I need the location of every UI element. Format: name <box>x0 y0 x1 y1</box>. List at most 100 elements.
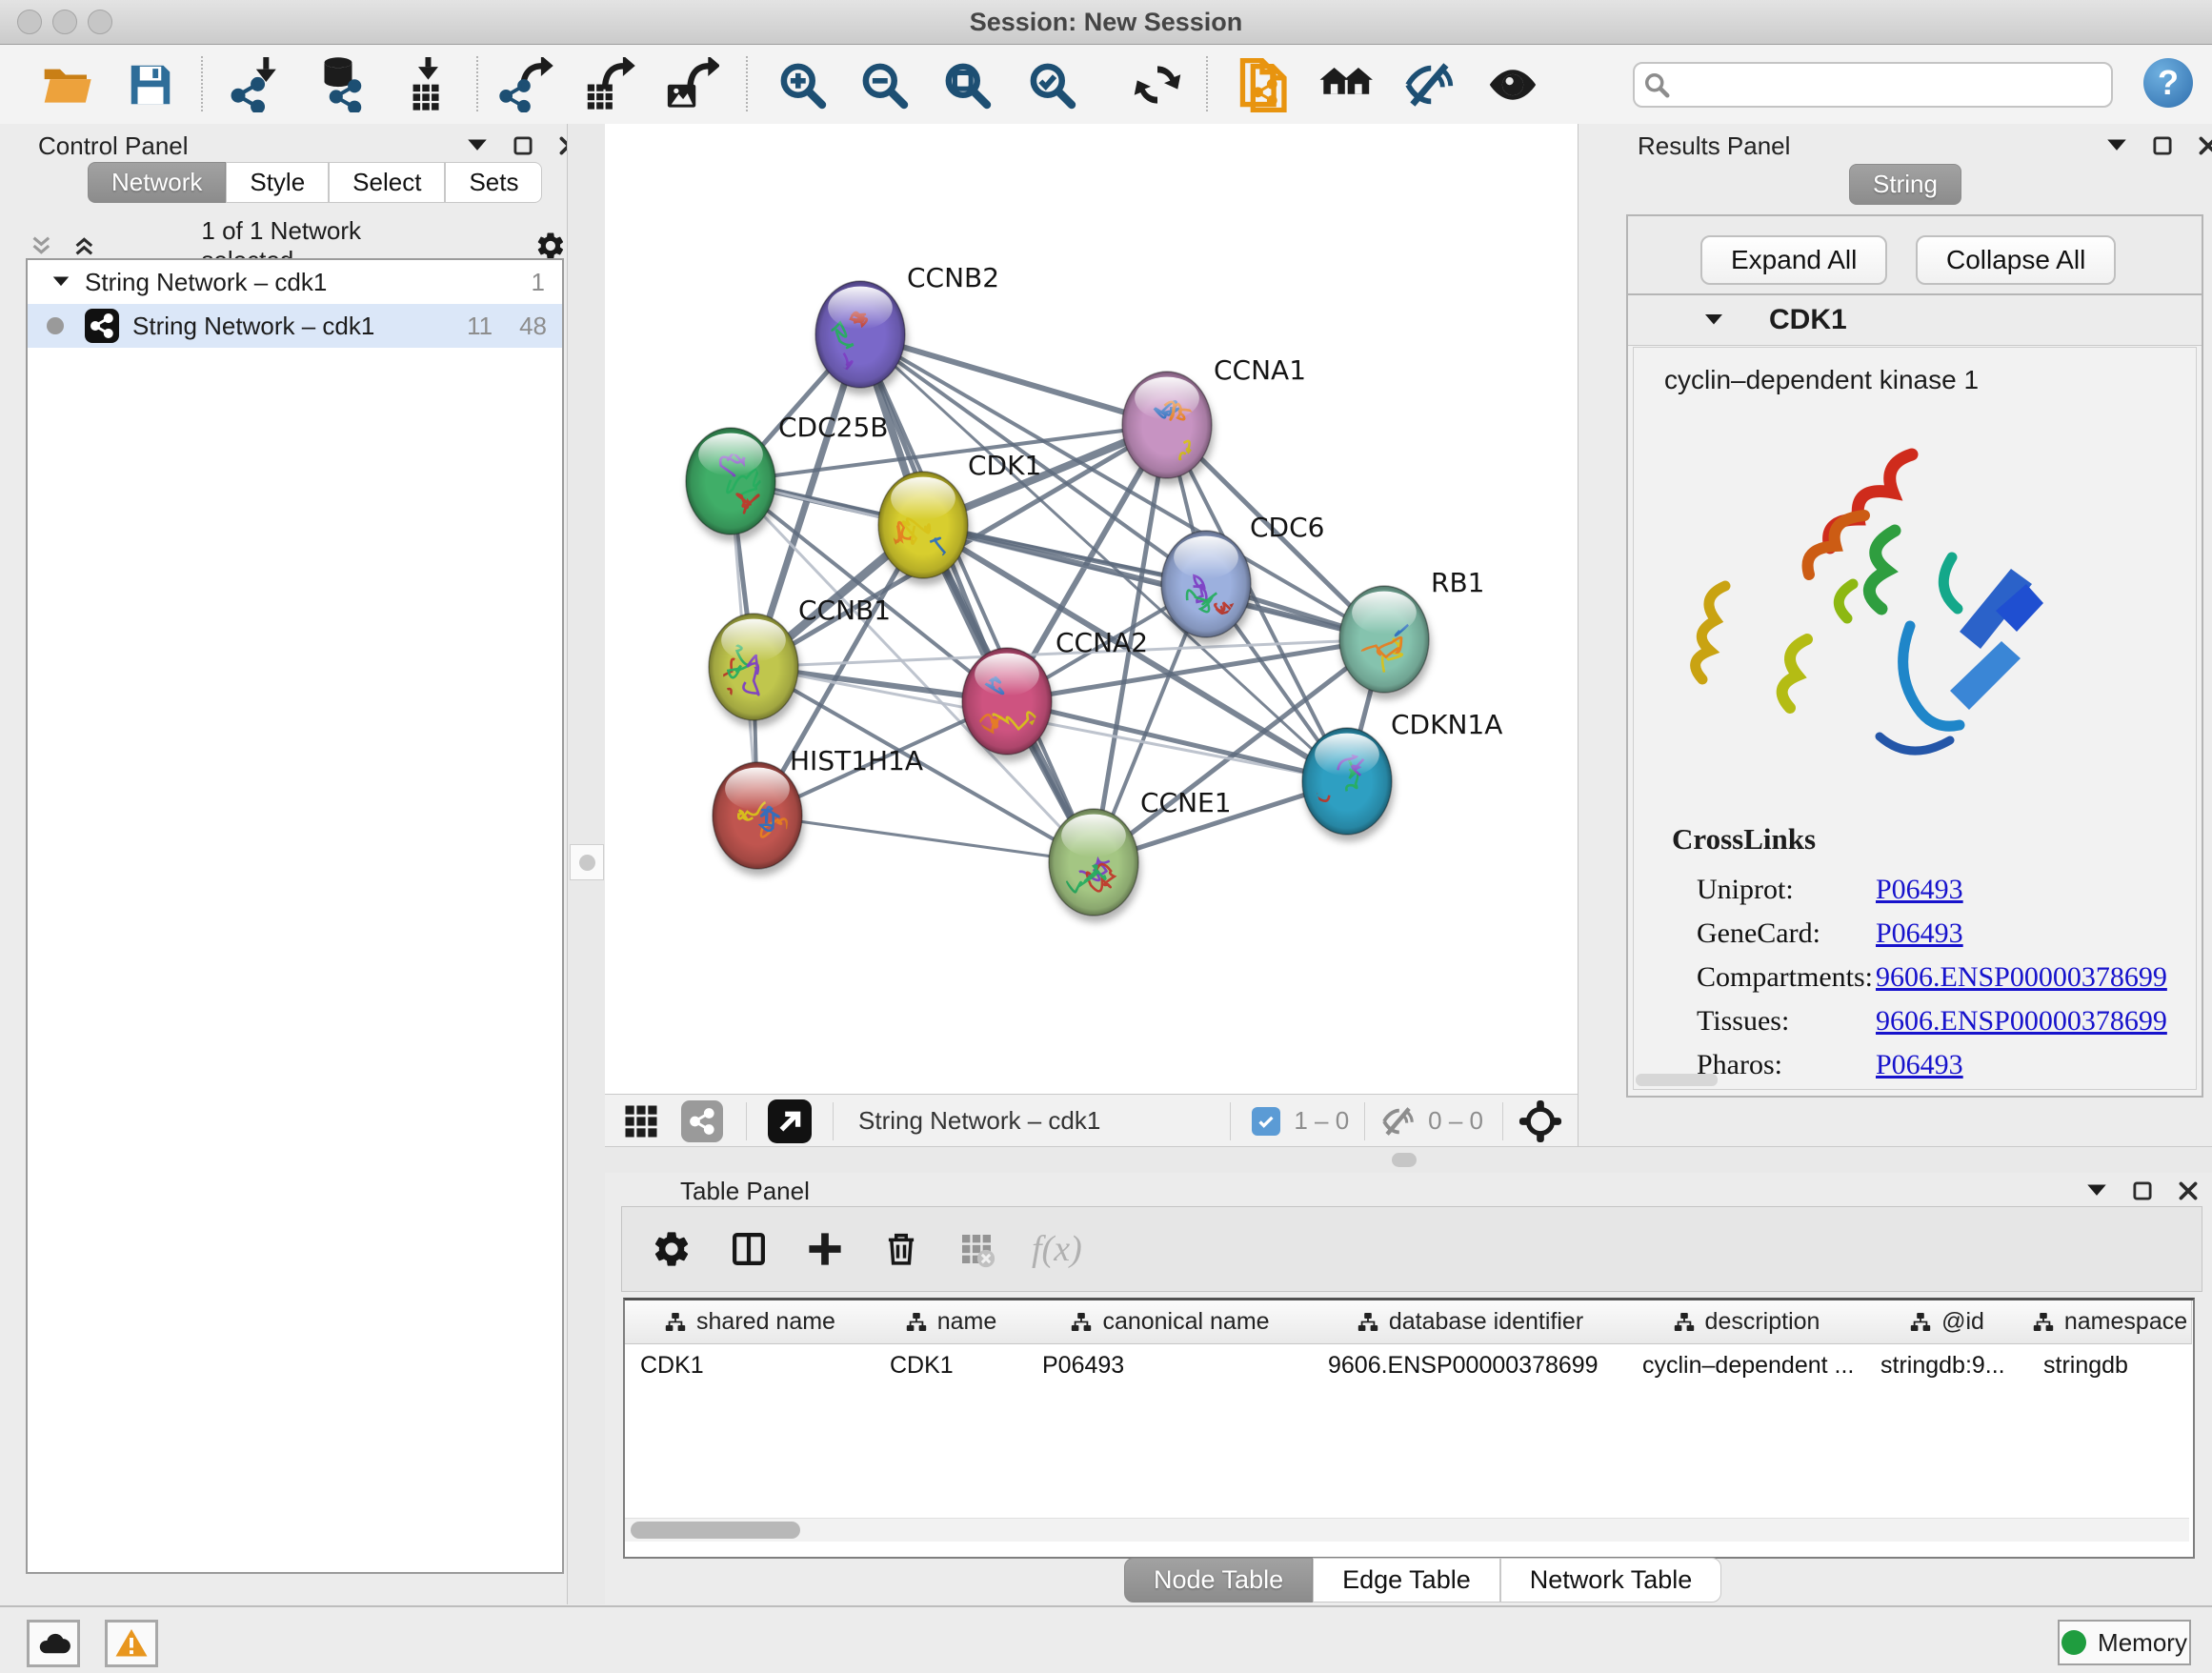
node-HIST1H1A[interactable] <box>713 762 803 869</box>
collapse-panel-icon[interactable] <box>465 133 490 158</box>
node-CDKN1A[interactable] <box>1285 728 1392 835</box>
share-document-icon[interactable] <box>1232 54 1293 115</box>
export-table-icon[interactable] <box>578 54 639 115</box>
birdseye-grid-icon[interactable] <box>620 1100 662 1142</box>
refresh-icon[interactable] <box>1127 54 1188 115</box>
import-table-file-icon[interactable] <box>394 54 455 115</box>
collapse-panel-icon[interactable] <box>2104 133 2129 158</box>
table-cell[interactable]: CDK1 <box>625 1344 875 1386</box>
expand-all-icon[interactable] <box>29 232 54 260</box>
tab-style[interactable]: Style <box>226 162 329 203</box>
export-network-icon[interactable] <box>496 54 557 115</box>
node-CCNE1[interactable] <box>1049 809 1138 916</box>
section-expand-icon[interactable] <box>1702 309 1725 332</box>
horizontal-splitter[interactable] <box>605 1146 2212 1175</box>
table-hscrollbar-thumb[interactable] <box>631 1522 800 1539</box>
float-panel-icon[interactable] <box>511 133 535 158</box>
show-columns-icon[interactable] <box>729 1229 769 1269</box>
column-header-namespace[interactable]: namespace <box>2028 1300 2192 1344</box>
node-CDK1[interactable] <box>878 472 968 578</box>
tab-string[interactable]: String <box>1849 164 1961 205</box>
table-cell[interactable]: cyclin–dependent ... <box>1627 1344 1865 1386</box>
node-CCNA2[interactable] <box>962 648 1052 755</box>
edge-HIST1H1A-CCNE1[interactable] <box>757 816 1094 862</box>
column-header-name[interactable]: name <box>875 1300 1028 1344</box>
crosslink-value-link[interactable]: P06493 <box>1876 1049 1963 1081</box>
zoom-in-icon[interactable] <box>772 54 833 115</box>
import-network-file-icon[interactable] <box>228 54 289 115</box>
crosslink-value-link[interactable]: P06493 <box>1876 874 1963 906</box>
results-hscrollbar[interactable] <box>1636 1074 1718 1086</box>
selected-checkbox-icon[interactable] <box>1252 1107 1280 1136</box>
collection-expand-icon[interactable] <box>50 272 71 292</box>
tab-network[interactable]: Network <box>88 162 226 203</box>
table-cell[interactable]: stringdb <box>2028 1344 2191 1386</box>
crosslink-value-link[interactable]: 9606.ENSP00000378699 <box>1876 1005 2167 1038</box>
tab-node-table[interactable]: Node Table <box>1124 1558 1313 1602</box>
crosslink-value-link[interactable]: 9606.ENSP00000378699 <box>1876 961 2167 994</box>
gene-name: CDK1 <box>1769 304 1847 336</box>
node-CCNB1[interactable] <box>709 614 798 720</box>
warnings-button[interactable] <box>105 1620 158 1667</box>
close-panel-icon[interactable] <box>2196 133 2212 158</box>
table-cell[interactable]: stringdb:9... <box>1865 1344 2028 1386</box>
splitter-handle[interactable] <box>1392 1153 1417 1167</box>
network-canvas[interactable]: CCNB2CCNA1CDC25BCDK1CDC6RB1CCNB1CCNA2CDK… <box>605 124 1578 1094</box>
collapse-all-icon[interactable] <box>71 232 97 260</box>
hidden-eye-slash-icon[interactable] <box>1380 1103 1417 1139</box>
collapse-panel-icon[interactable] <box>2084 1179 2109 1203</box>
save-session-icon[interactable] <box>120 54 181 115</box>
vertical-splitter[interactable] <box>567 124 607 1604</box>
home-icon[interactable] <box>1317 54 1377 115</box>
collapse-all-button[interactable]: Collapse All <box>1916 235 2116 285</box>
table-options-gear-icon[interactable] <box>651 1228 693 1270</box>
help-button[interactable]: ? <box>2143 58 2193 108</box>
hide-glasses-icon[interactable] <box>1399 54 1460 115</box>
column-header-shared-name[interactable]: shared name <box>625 1300 875 1344</box>
search-input[interactable] <box>1633 62 2113 108</box>
table-hscrollbar[interactable] <box>625 1518 2189 1542</box>
network-row-selected[interactable]: String Network – cdk1 11 48 <box>28 304 562 348</box>
center-view-crosshair-icon[interactable] <box>1518 1099 1562 1143</box>
tab-sets[interactable]: Sets <box>445 162 542 203</box>
delete-column-icon[interactable] <box>881 1229 921 1269</box>
memory-button[interactable]: Memory <box>2058 1620 2191 1665</box>
table-cell[interactable]: P06493 <box>1027 1344 1313 1386</box>
zoom-fit-icon[interactable] <box>936 54 997 115</box>
zoom-selected-icon[interactable] <box>1021 54 1082 115</box>
network-collection-row[interactable]: String Network – cdk1 1 <box>28 260 562 304</box>
column-header-description[interactable]: description <box>1627 1300 1866 1344</box>
column-header--id[interactable]: @id <box>1865 1300 2029 1344</box>
cloud-button[interactable] <box>27 1620 80 1667</box>
splitter-handle[interactable] <box>570 844 604 880</box>
close-panel-icon[interactable] <box>2176 1179 2201 1203</box>
add-column-icon[interactable] <box>805 1229 845 1269</box>
export-image-icon[interactable] <box>661 54 722 115</box>
table-cell[interactable]: 9606.ENSP00000378699 <box>1313 1344 1627 1386</box>
table-cell[interactable]: CDK1 <box>875 1344 1027 1386</box>
string-style-icon[interactable] <box>681 1100 723 1142</box>
zoom-out-icon[interactable] <box>854 54 915 115</box>
node-CDC6[interactable] <box>1161 531 1251 637</box>
import-network-database-icon[interactable] <box>308 54 369 115</box>
node-CDC25B[interactable] <box>686 428 775 534</box>
gene-section-header[interactable]: CDK1 <box>1628 295 2202 346</box>
node-CCNA1[interactable] <box>1122 372 1212 478</box>
open-session-icon[interactable] <box>36 54 97 115</box>
edge-CCNB2-CCNA1[interactable] <box>860 334 1167 425</box>
crosslink-value-link[interactable]: P06493 <box>1876 917 1963 950</box>
node-CCNB2[interactable] <box>814 281 905 388</box>
column-header-database-identifier[interactable]: database identifier <box>1313 1300 1628 1344</box>
tab-edge-table[interactable]: Edge Table <box>1313 1558 1500 1602</box>
expand-all-button[interactable]: Expand All <box>1700 235 1887 285</box>
node-RB1[interactable] <box>1339 586 1429 693</box>
tab-select[interactable]: Select <box>329 162 445 203</box>
column-header-canonical-name[interactable]: canonical name <box>1027 1300 1314 1344</box>
float-panel-icon[interactable] <box>2150 133 2175 158</box>
edge-CCNB2-CCNE1[interactable] <box>860 334 1094 862</box>
tab-network-table[interactable]: Network Table <box>1500 1558 1722 1602</box>
edge-CCNA2-CDKN1A[interactable] <box>1007 701 1347 781</box>
search-field[interactable] <box>1679 71 2111 99</box>
float-panel-icon[interactable] <box>2130 1179 2155 1203</box>
open-in-window-icon[interactable] <box>768 1099 812 1143</box>
